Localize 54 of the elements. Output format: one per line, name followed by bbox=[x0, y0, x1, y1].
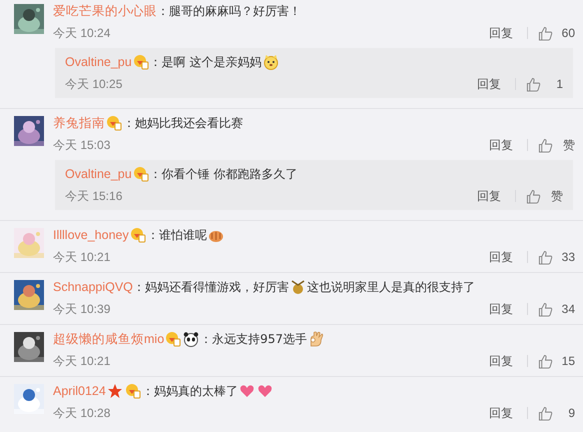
reply-text: ：是啊 这个是亲妈妈 bbox=[150, 54, 262, 70]
comment-time: 今天 15:03 bbox=[53, 136, 110, 154]
vip-badge-icon bbox=[106, 115, 122, 131]
reply-link[interactable]: 回复 bbox=[489, 24, 513, 42]
panda-icon bbox=[183, 331, 200, 347]
like-count: 赞 bbox=[550, 188, 563, 204]
comment-time: 今天 10:21 bbox=[53, 352, 110, 370]
reply-link[interactable]: 回复 bbox=[477, 76, 501, 92]
comment-time: 今天 10:28 bbox=[53, 404, 110, 422]
thumbs-up-icon[interactable] bbox=[538, 26, 553, 40]
reply-time: 今天 15:16 bbox=[65, 188, 122, 204]
comment-text: ：谁怕谁呢 bbox=[146, 226, 207, 244]
medal-icon bbox=[290, 279, 306, 295]
like-count: 赞 bbox=[562, 136, 575, 154]
star-icon bbox=[106, 383, 123, 399]
thumbs-up-icon[interactable] bbox=[526, 188, 541, 204]
like-count: 1 bbox=[555, 77, 563, 91]
vip-badge-icon bbox=[132, 54, 149, 70]
like-count: 34 bbox=[560, 302, 575, 316]
thumbs-up-icon[interactable] bbox=[538, 302, 553, 316]
reply-text: ：你看个锤 你都跑路多久了 bbox=[150, 166, 298, 182]
comment-text: ：永远支持957选手 bbox=[200, 330, 308, 348]
comment-text: 这也说明家里人是真的很支持了 bbox=[306, 278, 475, 296]
reply-link[interactable]: 回复 bbox=[489, 300, 513, 318]
dog-face-icon bbox=[262, 54, 279, 70]
like-count: 15 bbox=[560, 354, 575, 368]
vip-badge-icon bbox=[124, 383, 141, 399]
reply-link[interactable]: 回复 bbox=[477, 188, 501, 204]
comment-time: 今天 10:21 bbox=[53, 248, 110, 266]
comment-text: ：她妈比我还会看比赛 bbox=[123, 114, 243, 132]
ok-hand-icon bbox=[308, 331, 324, 347]
reply-time: 今天 10:25 bbox=[65, 76, 122, 92]
reply-link[interactable]: 回复 bbox=[489, 248, 513, 266]
like-count: 9 bbox=[567, 406, 575, 420]
reply-link[interactable]: 回复 bbox=[489, 352, 513, 370]
thumbs-up-icon[interactable] bbox=[538, 138, 553, 152]
thumbs-up-icon[interactable] bbox=[538, 250, 553, 264]
reply-link[interactable]: 回复 bbox=[489, 136, 513, 154]
comment-text: ：妈妈真的太棒了 bbox=[142, 382, 238, 400]
heart-icon bbox=[238, 383, 255, 399]
thumbs-up-icon[interactable] bbox=[538, 354, 553, 368]
vip-badge-icon bbox=[132, 166, 149, 182]
thumbs-up-icon[interactable] bbox=[526, 76, 541, 92]
vip-badge-icon bbox=[130, 227, 146, 243]
vip-badge-icon bbox=[165, 331, 182, 347]
like-count: 60 bbox=[560, 26, 575, 40]
thumbs-up-icon[interactable] bbox=[538, 406, 553, 420]
like-count: 33 bbox=[560, 250, 575, 264]
comment-time: 今天 10:39 bbox=[53, 300, 110, 318]
comment-text: ：腿哥的麻麻吗？好厉害！ bbox=[157, 2, 301, 20]
comment-text: ：妈妈还看得懂游戏，好厉害 bbox=[132, 278, 289, 296]
reply-link[interactable]: 回复 bbox=[489, 404, 513, 422]
comment-time: 今天 10:24 bbox=[53, 24, 110, 42]
heart-icon bbox=[256, 383, 273, 399]
